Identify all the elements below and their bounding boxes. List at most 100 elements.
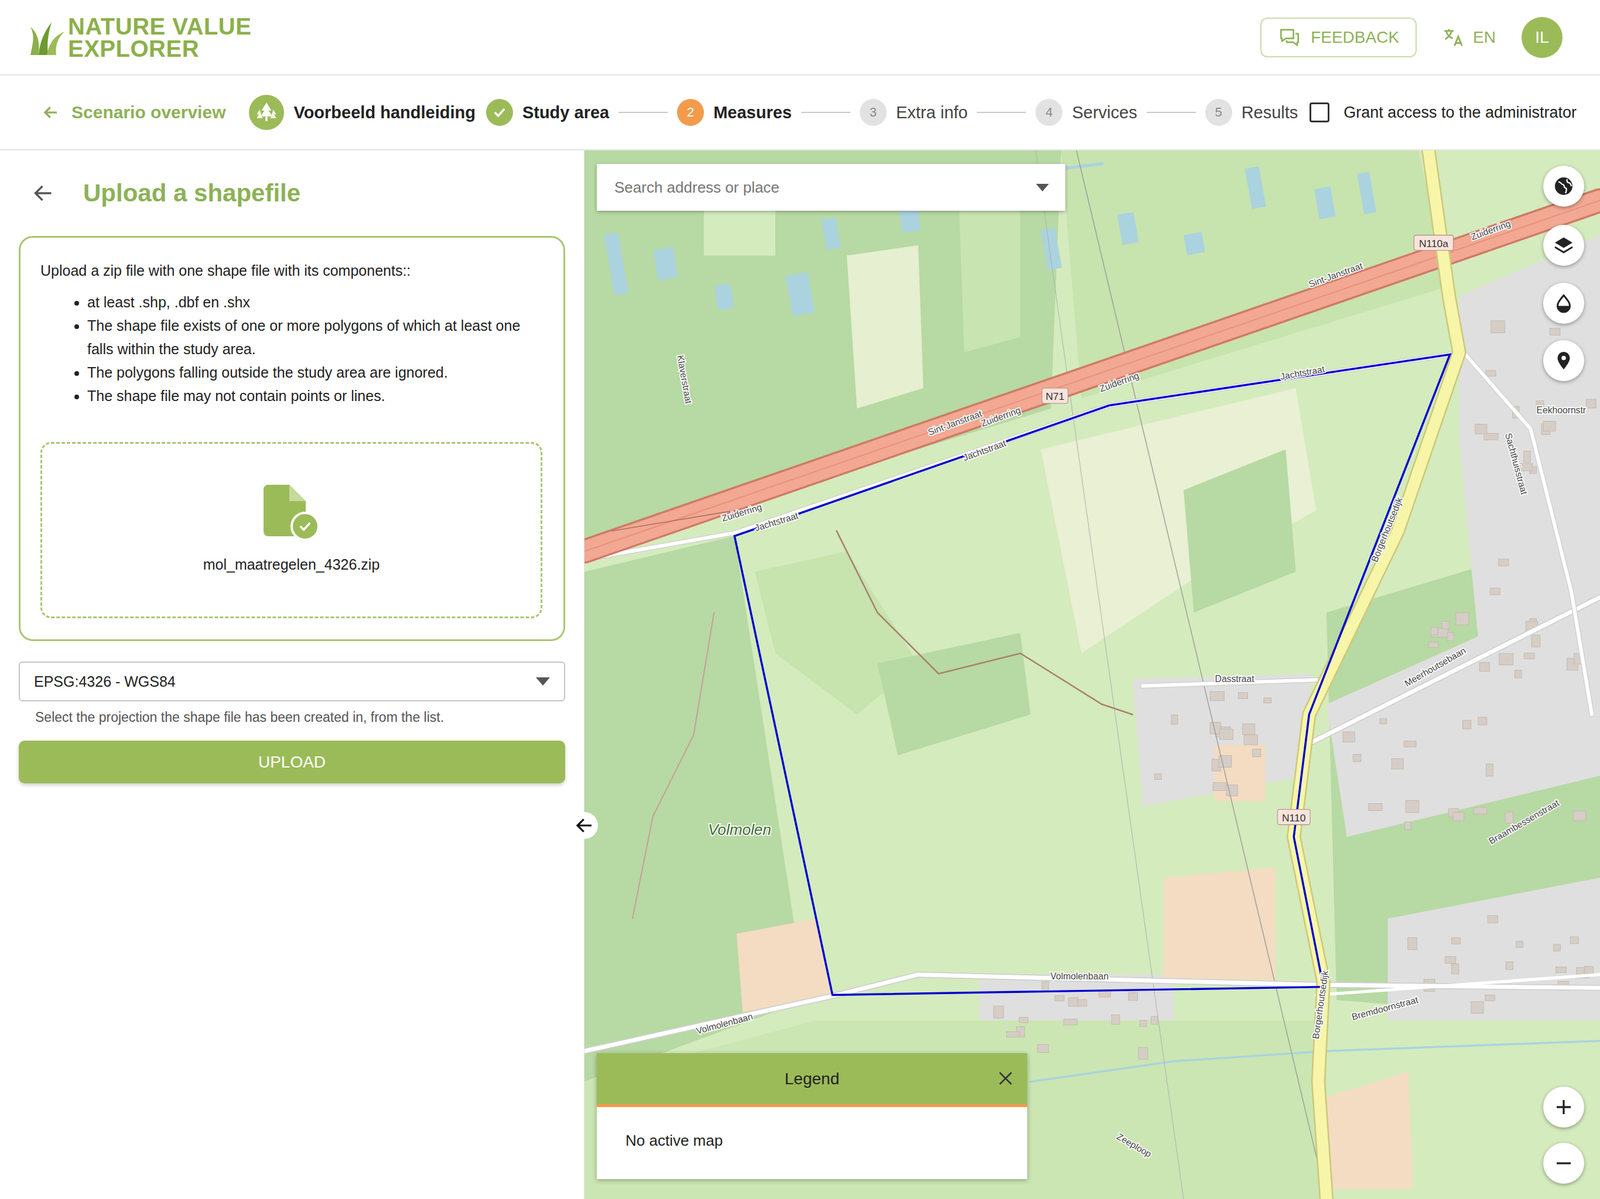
search-field[interactable] <box>596 163 1066 211</box>
step-label: Measures <box>713 103 792 123</box>
grant-checkbox[interactable] <box>1309 102 1330 123</box>
drop-zone[interactable]: mol_maatregelen_4326.zip <box>40 442 543 619</box>
map-control[interactable] <box>1543 165 1585 207</box>
map-control[interactable] <box>1543 340 1585 382</box>
grass-logo-icon <box>28 19 66 56</box>
side-panel: Upload a shapefileUpload a zip file with… <box>0 150 585 1199</box>
legend-panel: LegendNo active map <box>596 1053 1028 1180</box>
map-label: Meerhoutsebaan <box>1402 645 1468 689</box>
map-control[interactable] <box>1543 224 1585 266</box>
step-connector <box>801 111 851 114</box>
map-label: Zuiderring <box>1098 370 1141 394</box>
step[interactable]: 4 Services <box>1035 98 1137 126</box>
step-label: Services <box>1071 103 1137 123</box>
step-circle <box>486 98 514 126</box>
map-label: Zuiderring <box>1469 218 1512 242</box>
feedback-label: FEEDBACK <box>1310 28 1400 47</box>
step-circle: 4 <box>1035 98 1063 126</box>
requirement-item: The shape file may not contain points or… <box>87 384 543 408</box>
map-control[interactable] <box>1543 1086 1585 1128</box>
file-name: mol_maatregelen_4326.zip <box>203 552 381 577</box>
map-label: Borgerhoutsedijk <box>1369 496 1405 564</box>
zoom-in-icon <box>1553 1096 1575 1119</box>
grant-access[interactable]: Grant access to the administrator <box>1309 102 1577 123</box>
step-label: Study area <box>522 103 610 123</box>
legend-body: No active map <box>596 1107 1028 1180</box>
requirement-item: The polygons falling outside the study a… <box>87 360 543 385</box>
map-label: Jachtstraat <box>1279 363 1326 382</box>
step[interactable]: Study area <box>486 98 610 126</box>
map-control[interactable] <box>1543 1143 1585 1185</box>
legend-close-button[interactable] <box>996 1069 1015 1092</box>
requirement-item: at least .shp, .dbf en .shx <box>87 290 543 314</box>
logo-line: NATURE VALUE <box>67 15 252 38</box>
map-label: Volmolenbaan <box>1050 971 1109 982</box>
step-label: Extra info <box>896 103 969 123</box>
caret-down-icon <box>1036 183 1049 192</box>
opacity-icon <box>1553 292 1575 314</box>
map-label: Bremdoornstraat <box>1350 995 1420 1023</box>
step-circle: 2 <box>677 98 704 126</box>
arrow-left-icon <box>575 816 594 836</box>
scenario-badge <box>248 94 285 131</box>
search-input[interactable] <box>613 178 1037 198</box>
logo[interactable]: NATURE VALUEEXPLORER <box>28 15 252 60</box>
globe-icon <box>1553 175 1575 197</box>
map[interactable]: ZuiderringSint-JanstraatJachtstraatZuide… <box>584 150 1600 1199</box>
map-label: Zuiderring <box>720 501 763 524</box>
step-connector <box>1146 111 1196 114</box>
step[interactable]: 3 Extra info <box>859 98 969 126</box>
panel-title-row: Upload a shapefile <box>18 150 566 237</box>
main: Upload a shapefileUpload a zip file with… <box>0 150 1600 1199</box>
collapse-panel-button[interactable] <box>571 812 598 840</box>
arrow-left-icon <box>32 182 54 204</box>
map-label: Dasstraat <box>1215 674 1256 685</box>
map-label: Jachtstraat <box>753 510 800 534</box>
map-label: Braambessenstraat <box>1486 797 1562 847</box>
zoom-out-icon <box>1553 1153 1575 1175</box>
step-label: Results <box>1241 103 1299 123</box>
close-icon <box>996 1069 1015 1088</box>
map-label: Sachthuisstraat <box>1503 432 1530 497</box>
map-label: Volmolenbaan <box>695 1011 754 1037</box>
road-shield <box>1277 809 1311 825</box>
feedback-button[interactable]: FEEDBACK <box>1260 17 1417 58</box>
arrow-left-icon <box>42 103 60 122</box>
language-selector[interactable]: EN <box>1442 26 1496 49</box>
step-number: 3 <box>869 104 877 121</box>
requirement-item: The shape file exists of one or more pol… <box>87 313 543 361</box>
step[interactable]: 5 Results <box>1205 98 1299 126</box>
road-shield <box>1413 235 1454 251</box>
chat-icon <box>1277 26 1302 49</box>
map-label: Borgerhoutsedijk <box>1310 970 1331 1041</box>
user-avatar[interactable]: IL <box>1521 16 1563 58</box>
map-label: Jachtstraat <box>961 438 1008 463</box>
caret-down-icon <box>535 677 550 686</box>
map-label: Volmolen <box>708 821 772 839</box>
back-button[interactable] <box>32 182 54 204</box>
step-connector <box>618 111 668 114</box>
upload-button[interactable]: UPLOAD <box>18 740 566 784</box>
step[interactable]: 2 Measures <box>677 98 792 126</box>
road-number: N71 <box>1045 390 1065 403</box>
projection-select[interactable]: EPSG:4326 - WGS84 <box>18 661 566 702</box>
scenario-overview-link[interactable]: Scenario overview <box>42 102 226 123</box>
logo-line: EXPLORER <box>67 37 252 60</box>
map-label: Sint-Janstraat <box>926 408 984 437</box>
uploaded-check <box>290 511 320 542</box>
projection-help: Select the projection the shape file has… <box>35 709 566 726</box>
trees-icon <box>254 100 279 125</box>
map-label: Eekhoornstr <box>1536 405 1587 416</box>
map-label: Zeeploop <box>1115 1131 1154 1160</box>
requirement-list: at least .shp, .dbf en .shxThe shape fil… <box>40 290 543 408</box>
step-circle: 3 <box>859 98 887 126</box>
map-label: Sint-Janstraat <box>1307 260 1364 290</box>
road-number: N110 <box>1281 812 1306 825</box>
file-badge <box>263 484 320 542</box>
map-tiles[interactable]: ZuiderringSint-JanstraatJachtstraatZuide… <box>584 150 1600 1199</box>
step-connector <box>976 111 1027 114</box>
map-control[interactable] <box>1543 282 1585 324</box>
check-icon <box>296 518 314 535</box>
step-circle: 5 <box>1205 98 1233 126</box>
step-number: 2 <box>686 104 694 121</box>
